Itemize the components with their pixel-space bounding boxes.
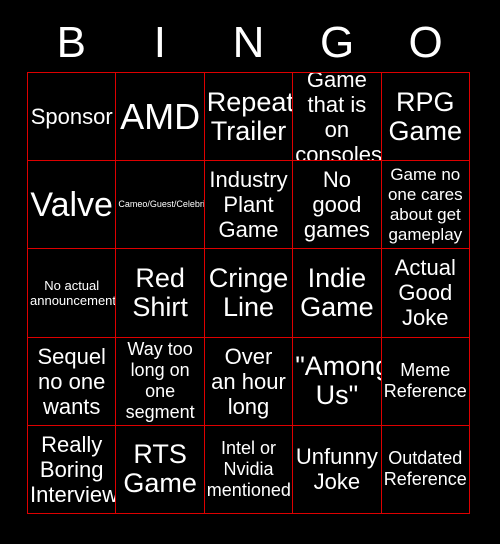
- bingo-cell-label: No actual announcements: [30, 277, 117, 308]
- bingo-cell-label: Sequel no one wants: [37, 343, 106, 419]
- bingo-cell-r5c1[interactable]: Really Boring Interview: [28, 425, 117, 514]
- bingo-header: B I N G O: [27, 14, 470, 72]
- bingo-cell-r1c5[interactable]: RPG Game: [381, 73, 470, 162]
- bingo-cell-r3c5[interactable]: Actual Good Joke: [381, 249, 470, 338]
- bingo-cell-label: Meme Reference: [383, 360, 467, 402]
- bingo-cell-label: Red Shirt: [132, 262, 188, 322]
- bingo-cell-label: Cameo/Guest/Celebrity: [118, 199, 205, 210]
- bingo-cell-r3c1[interactable]: No actual announcements: [28, 249, 117, 338]
- bingo-cell-r4c3[interactable]: Over an hour long: [204, 337, 294, 426]
- bingo-cell-label: Outdated Reference: [383, 448, 467, 490]
- bingo-cell-label: RTS Game: [123, 439, 197, 499]
- bingo-card: B I N G O Sponsor AMD Repeat Trailer Game t…: [0, 0, 500, 544]
- bingo-cell-label: Cringe Line: [208, 262, 289, 322]
- bingo-cell-r5c5[interactable]: Outdated Reference: [381, 425, 470, 514]
- bingo-cell-r3c4[interactable]: Indie Game: [293, 249, 382, 338]
- header-letter-g: G: [319, 18, 355, 67]
- bingo-cell-label: Really Boring Interview: [30, 431, 117, 507]
- bingo-cell-r2c4[interactable]: No good games: [293, 161, 382, 250]
- bingo-cell-label: Game that is on consoles: [295, 73, 382, 162]
- bingo-cell-r2c1[interactable]: Valve: [28, 161, 117, 250]
- bingo-cell-r4c2[interactable]: Way too long on one segment: [116, 337, 205, 426]
- bingo-cell-r4c5[interactable]: Meme Reference: [381, 337, 470, 426]
- bingo-cell-label: No good games: [303, 167, 370, 243]
- bingo-cell-label: RPG Game: [388, 86, 463, 146]
- bingo-cell-label: Industry Plant Game: [209, 167, 288, 243]
- bingo-cell-r2c5[interactable]: Game no one cares about get gameplay: [381, 161, 470, 250]
- header-letter-i: I: [153, 18, 166, 67]
- bingo-cell-label: Intel or Nvidia mentioned: [206, 437, 291, 500]
- bingo-cell-r2c2[interactable]: Cameo/Guest/Celebrity: [116, 161, 205, 250]
- bingo-cell-r5c2[interactable]: RTS Game: [116, 425, 205, 514]
- bingo-cell-r2c3[interactable]: Industry Plant Game: [204, 161, 294, 250]
- bingo-cell-r4c4[interactable]: "Among Us": [293, 337, 382, 426]
- bingo-cell-label: Over an hour long: [211, 343, 286, 419]
- bingo-cell-r1c4[interactable]: Game that is on consoles: [293, 73, 382, 162]
- bingo-cell-r4c1[interactable]: Sequel no one wants: [28, 337, 117, 426]
- header-letter-n: N: [232, 18, 265, 67]
- bingo-cell-label: "Among Us": [295, 351, 382, 411]
- bingo-cell-r3c3[interactable]: Cringe Line: [204, 249, 294, 338]
- bingo-cell-label: Repeat Trailer: [206, 86, 294, 146]
- bingo-cell-r5c4[interactable]: Unfunny Joke: [293, 425, 382, 514]
- bingo-cell-label: Unfunny Joke: [295, 444, 378, 495]
- bingo-cell-r1c1[interactable]: Sponsor: [28, 73, 117, 162]
- bingo-cell-label: Actual Good Joke: [394, 255, 456, 331]
- header-letter-o: O: [408, 18, 443, 67]
- bingo-cell-r3c2[interactable]: Red Shirt: [116, 249, 205, 338]
- bingo-cell-r5c3[interactable]: Intel or Nvidia mentioned: [204, 425, 294, 514]
- bingo-cell-label: Valve: [30, 185, 113, 224]
- bingo-cell-label: Indie Game: [300, 262, 374, 322]
- header-letter-b: B: [56, 18, 86, 67]
- bingo-cell-r1c3[interactable]: Repeat Trailer: [204, 73, 294, 162]
- bingo-cell-r1c2[interactable]: AMD: [116, 73, 205, 162]
- bingo-cell-label: Way too long on one segment: [125, 339, 195, 423]
- bingo-cell-label: AMD: [120, 95, 201, 137]
- bingo-cell-label: Sponsor: [30, 104, 113, 130]
- bingo-grid: Sponsor AMD Repeat Trailer Game that is on …: [27, 72, 470, 514]
- bingo-cell-label: Game no one cares about get gameplay: [387, 164, 463, 244]
